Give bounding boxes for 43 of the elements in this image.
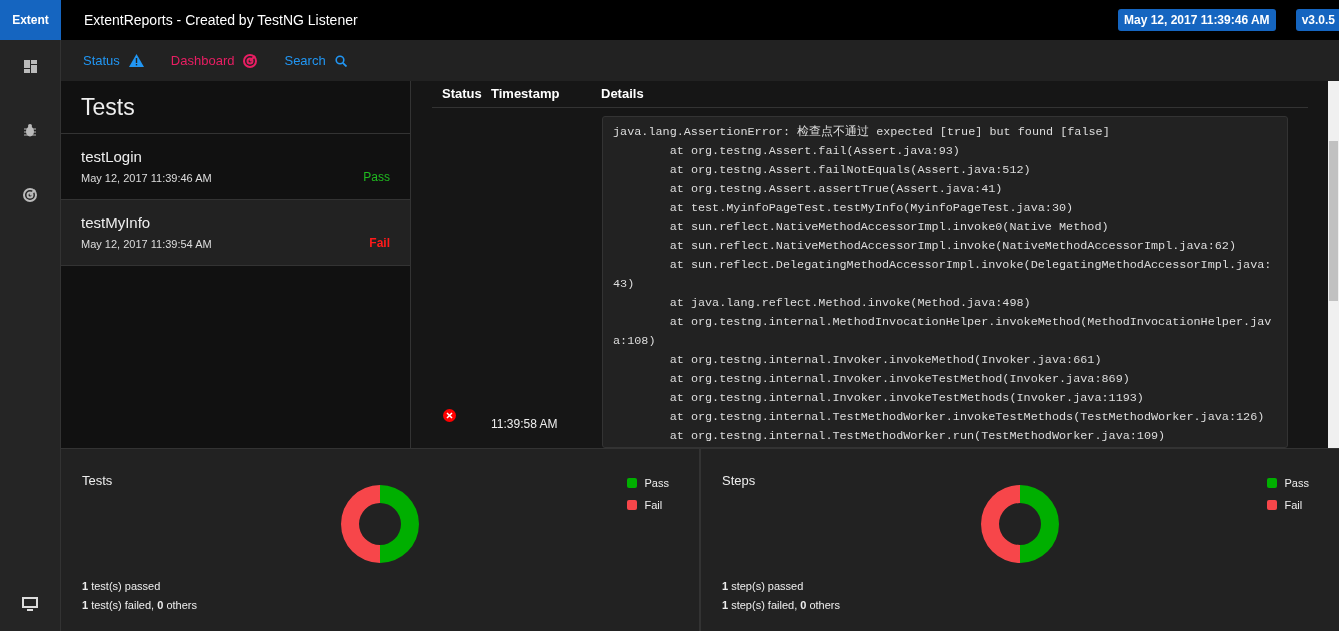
summary-text: 1 test(s) failed, 0 others	[82, 598, 198, 613]
legend-label: Fail	[644, 497, 663, 513]
column-header: Status	[441, 85, 483, 104]
timestamp: 11:39:58 AM	[491, 417, 558, 431]
column-header: Details	[601, 85, 644, 104]
test-name: testMyInfo	[81, 213, 152, 233]
bug-icon[interactable]	[24, 124, 36, 137]
brand-logo: Extent	[0, 0, 61, 40]
legend-swatch	[626, 478, 637, 489]
test-item[interactable]: testMyInfo May 12, 2017 11:39:54 AM Fail	[61, 200, 410, 266]
test-time: May 12, 2017 11:39:54 AM	[81, 236, 212, 252]
monitor-icon[interactable]	[22, 597, 38, 611]
legend-label: Fail	[1284, 497, 1303, 513]
status-label: Fail	[369, 235, 390, 252]
chart-title: Steps	[722, 472, 756, 490]
legend-label: Pass	[644, 476, 669, 491]
summary-text: 1 step(s) passed	[722, 578, 805, 594]
warning-icon	[128, 54, 144, 67]
chart-title: Tests	[82, 472, 113, 490]
summary-text: 1 test(s) passed	[82, 578, 162, 594]
version-badge: v3.0.5	[1295, 9, 1339, 31]
stack-trace: java.lang.AssertionError: 检查点不通过 expected [true] but found [false] at org.testng.Assert.fail(Assert.java:93) at org.testng.Assert.failNotEquals(Assert.java:512) at org.testng.Assert.assertTrue(Assert.java:41) at test.MyinfoPageTest.testMyInfo(MyinfoPageTest.java:30) at sun.reflect.NativeMethodAccessorImpl.invoke0(Native Method) at sun.reflect.NativeMethodAccessorImpl.invoke(NativeMethodAccessorImpl.java:62) at sun.reflect.DelegatingMethodAccessorImpl.invoke(DelegatingMethodAccessorImpl.java:43) at java.lang.reflect.Method.invoke(Method.java:498) at org.testng.internal.MethodInvocationHelper.invokeMethod(MethodInvocationHelper.java:108) at org.testng.internal.Invoker.invokeMethod(Invoker.java:661) at org.testng.internal.Invoker.invokeTestMethod(Invoker.java:869) at org.testng.internal.Invoker.invokeTestMethods(Invoker.java:1193) at org.testng.internal.TestMethodWorker.invokeTestMethods(TestMethodWorker.java:126) at org.testng.internal.TestMethodWorker.run(TestMethodWorker.java:109)	[602, 116, 1288, 448]
radar-icon	[243, 53, 258, 68]
legend-swatch	[1266, 478, 1277, 489]
fail-icon	[443, 409, 456, 422]
summary-text: 1 step(s) failed, 0 others	[722, 598, 842, 613]
legend-swatch	[626, 499, 637, 510]
test-time: May 12, 2017 11:39:46 AM	[81, 170, 212, 186]
report-title: ExtentReports - Created by TestNG Listener	[84, 10, 358, 30]
panel-title: Tests	[81, 92, 135, 122]
search-icon	[334, 54, 347, 67]
column-header: Timestamp	[491, 85, 561, 104]
scrollbar[interactable]	[1328, 81, 1339, 448]
dashboard-icon[interactable]	[23, 60, 37, 73]
nav-link[interactable]: Status	[83, 50, 144, 71]
test-name: testLogin	[81, 147, 143, 167]
status-label: Pass	[363, 169, 390, 186]
nav-link[interactable]: Dashboard	[170, 50, 258, 71]
radar-icon[interactable]	[23, 188, 37, 202]
date-badge: May 12, 2017 11:39:46 AM	[1117, 9, 1276, 31]
legend-label: Pass	[1284, 476, 1309, 491]
legend-swatch	[1266, 499, 1277, 510]
nav-link[interactable]: Search	[284, 50, 347, 71]
